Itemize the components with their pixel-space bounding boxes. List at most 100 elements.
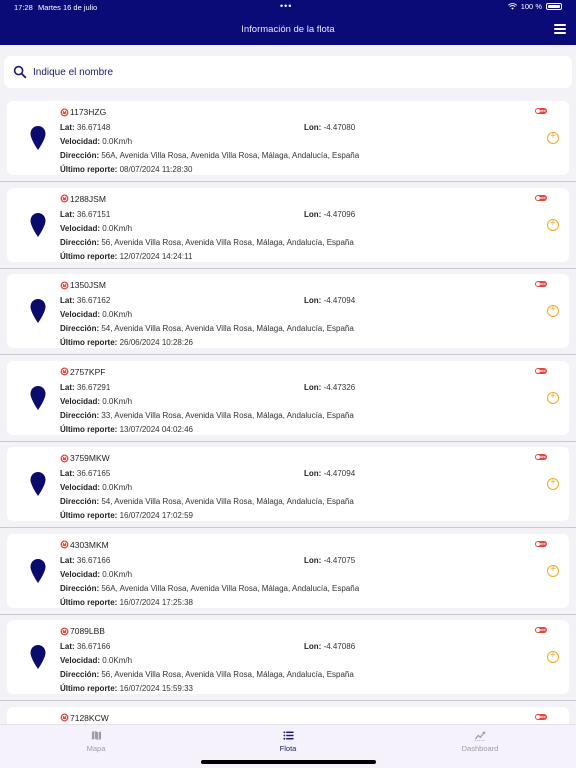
address-label: Dirección: — [60, 237, 100, 247]
speed-label: Velocidad: — [60, 483, 101, 492]
longitude-row: Lon: -4.47080 — [304, 123, 355, 132]
location-pin-icon — [30, 645, 46, 669]
last-report-value: 26/06/2024 10:28:26 — [119, 338, 193, 347]
address-row: Dirección: 56, Avenida Villa Rosa, Aveni… — [60, 670, 354, 679]
status-date: Martes 16 de julio — [38, 3, 98, 12]
longitude-value: -4.47086 — [323, 642, 356, 651]
hamburger-menu-icon[interactable] — [554, 24, 566, 34]
search-bar[interactable] — [4, 56, 572, 88]
vehicle-card[interactable]: 4303MKM OFF Lat: 36.67166 Lon: -4.47075 Velo… — [7, 533, 569, 608]
latitude-label: Lat: — [60, 296, 75, 305]
speed-row: Velocidad: 0.0Km/h — [60, 483, 132, 492]
speed-value: 0.0Km/h — [102, 137, 133, 146]
address-value: 56A, Avenida Villa Rosa, Avenida Villa R… — [101, 151, 360, 160]
address-label: Dirección: — [60, 670, 100, 679]
vehicle-card[interactable]: 1288JSM OFF Lat: 36.67151 Lon: -4.47096 Velo… — [7, 187, 569, 262]
longitude-value: -4.47096 — [323, 209, 356, 219]
vehicle-plate: 1350JSM — [70, 280, 106, 290]
chart-icon — [474, 731, 486, 741]
add-circle-icon[interactable]: + — [547, 132, 559, 144]
address-value: 56, Avenida Villa Rosa, Avenida Villa Ro… — [101, 670, 354, 679]
add-circle-icon[interactable]: + — [547, 305, 559, 317]
speed-row: Velocidad: 0.0Km/h — [60, 137, 132, 146]
latitude-row: Lat: 36.67166 — [60, 642, 110, 651]
status-toggle-label: OFF — [540, 541, 546, 546]
vehicle-plate: 1173HZG — [70, 107, 107, 117]
longitude-label: Lon: — [304, 469, 322, 478]
list-divider — [0, 267, 576, 269]
status-toggle-label: OFF — [540, 195, 546, 200]
vehicle-list[interactable]: 1173HZG OFF Lat: 36.67148 Lon: -4.47080 Velo… — [0, 96, 576, 724]
wifi-icon — [507, 3, 517, 10]
last-report-value: 12/07/2024 14:24:11 — [119, 251, 193, 261]
vehicle-card[interactable]: 7089LBB OFF Lat: 36.67166 Lon: -4.47086 Velo… — [7, 620, 569, 694]
address-row: Dirección: 54, Avenida Villa Rosa, Aveni… — [60, 497, 354, 506]
latitude-value: 36.67165 — [76, 469, 111, 478]
battery-percent: 100 % — [520, 2, 542, 11]
add-circle-icon[interactable]: + — [547, 218, 559, 231]
latitude-value: 36.67148 — [76, 123, 111, 132]
add-circle-icon[interactable]: + — [547, 478, 559, 490]
address-label: Dirección: — [60, 410, 100, 420]
plate-row: 2757KPF — [60, 367, 105, 377]
last-report-value: 16/07/2024 17:25:38 — [119, 597, 193, 607]
add-circle-icon[interactable]: + — [547, 391, 559, 404]
address-row: Dirección: 56A, Avenida Villa Rosa, Aven… — [60, 584, 359, 593]
longitude-label: Lon: — [304, 209, 322, 219]
tab-flota[interactable]: Flota — [228, 730, 348, 753]
ignition-off-icon — [60, 367, 69, 376]
vehicle-card[interactable]: 7128KCW OFF — [7, 706, 569, 724]
vehicle-card[interactable]: 1350JSM OFF Lat: 36.67162 Lon: -4.47094 Velo… — [7, 274, 569, 348]
vehicle-plate: 7089LBB — [70, 626, 105, 636]
latitude-label: Lat: — [60, 123, 75, 132]
speed-value: 0.0Km/h — [102, 483, 133, 492]
address-label: Dirección: — [60, 583, 100, 593]
status-toggle-label: OFF — [540, 628, 546, 632]
speed-label: Velocidad: — [60, 223, 101, 233]
home-indicator[interactable] — [201, 760, 376, 764]
last-report-label: Último reporte: — [60, 511, 118, 520]
vehicle-plate: 7128KCW — [70, 712, 109, 723]
speed-row: Velocidad: 0.0Km/h — [60, 224, 132, 233]
list-divider — [0, 527, 576, 528]
speed-value: 0.0Km/h — [102, 310, 133, 319]
search-input[interactable] — [33, 66, 533, 78]
tab-dashboard[interactable]: Dashboard — [420, 730, 540, 753]
vehicle-card[interactable]: 2757KPF OFF Lat: 36.67291 Lon: -4.47326 Velo… — [7, 360, 569, 435]
longitude-row: Lon: -4.47096 — [304, 210, 355, 219]
longitude-row: Lon: -4.47094 — [304, 469, 355, 478]
latitude-value: 36.67166 — [76, 555, 111, 565]
last-report-label: Último reporte: — [60, 684, 118, 693]
status-toggle-label: OFF — [540, 109, 546, 113]
latitude-label: Lat: — [60, 209, 75, 219]
plate-row: 1350JSM — [60, 280, 106, 290]
address-label: Dirección: — [60, 151, 100, 160]
speed-label: Velocidad: — [60, 569, 101, 579]
location-pin-icon — [30, 299, 46, 323]
longitude-label: Lon: — [304, 382, 322, 392]
ignition-off-icon — [60, 194, 69, 203]
vehicle-card[interactable]: 1173HZG OFF Lat: 36.67148 Lon: -4.47080 Velo… — [7, 101, 569, 175]
speed-value: 0.0Km/h — [102, 223, 133, 233]
tab-mapa[interactable]: Mapa — [36, 730, 156, 753]
add-circle-icon[interactable]: + — [547, 651, 559, 663]
status-bar: 17:28 Martes 16 de julio ••• 100 % — [0, 0, 576, 14]
location-pin-icon — [30, 212, 46, 237]
latitude-value: 36.67166 — [76, 642, 111, 651]
add-circle-icon[interactable]: + — [547, 564, 559, 577]
last-report-label: Último reporte: — [60, 338, 118, 347]
address-value: 54, Avenida Villa Rosa, Avenida Villa Ro… — [101, 497, 354, 506]
latitude-row: Lat: 36.67291 — [60, 383, 110, 392]
last-report-row: Último reporte: 08/07/2024 11:28:30 — [60, 165, 192, 174]
latitude-row: Lat: 36.67148 — [60, 123, 110, 132]
list-divider — [0, 181, 576, 182]
battery-icon — [546, 3, 562, 10]
latitude-row: Lat: 36.67166 — [60, 556, 110, 565]
speed-value: 0.0Km/h — [102, 569, 133, 579]
latitude-label: Lat: — [60, 642, 75, 651]
vehicle-card[interactable]: 3759MKW OFF Lat: 36.67165 Lon: -4.47094 Velo… — [7, 447, 569, 521]
address-label: Dirección: — [60, 324, 100, 333]
map-icon — [91, 730, 101, 741]
multitasking-dots-icon[interactable]: ••• — [280, 1, 292, 11]
list-divider — [0, 613, 576, 615]
